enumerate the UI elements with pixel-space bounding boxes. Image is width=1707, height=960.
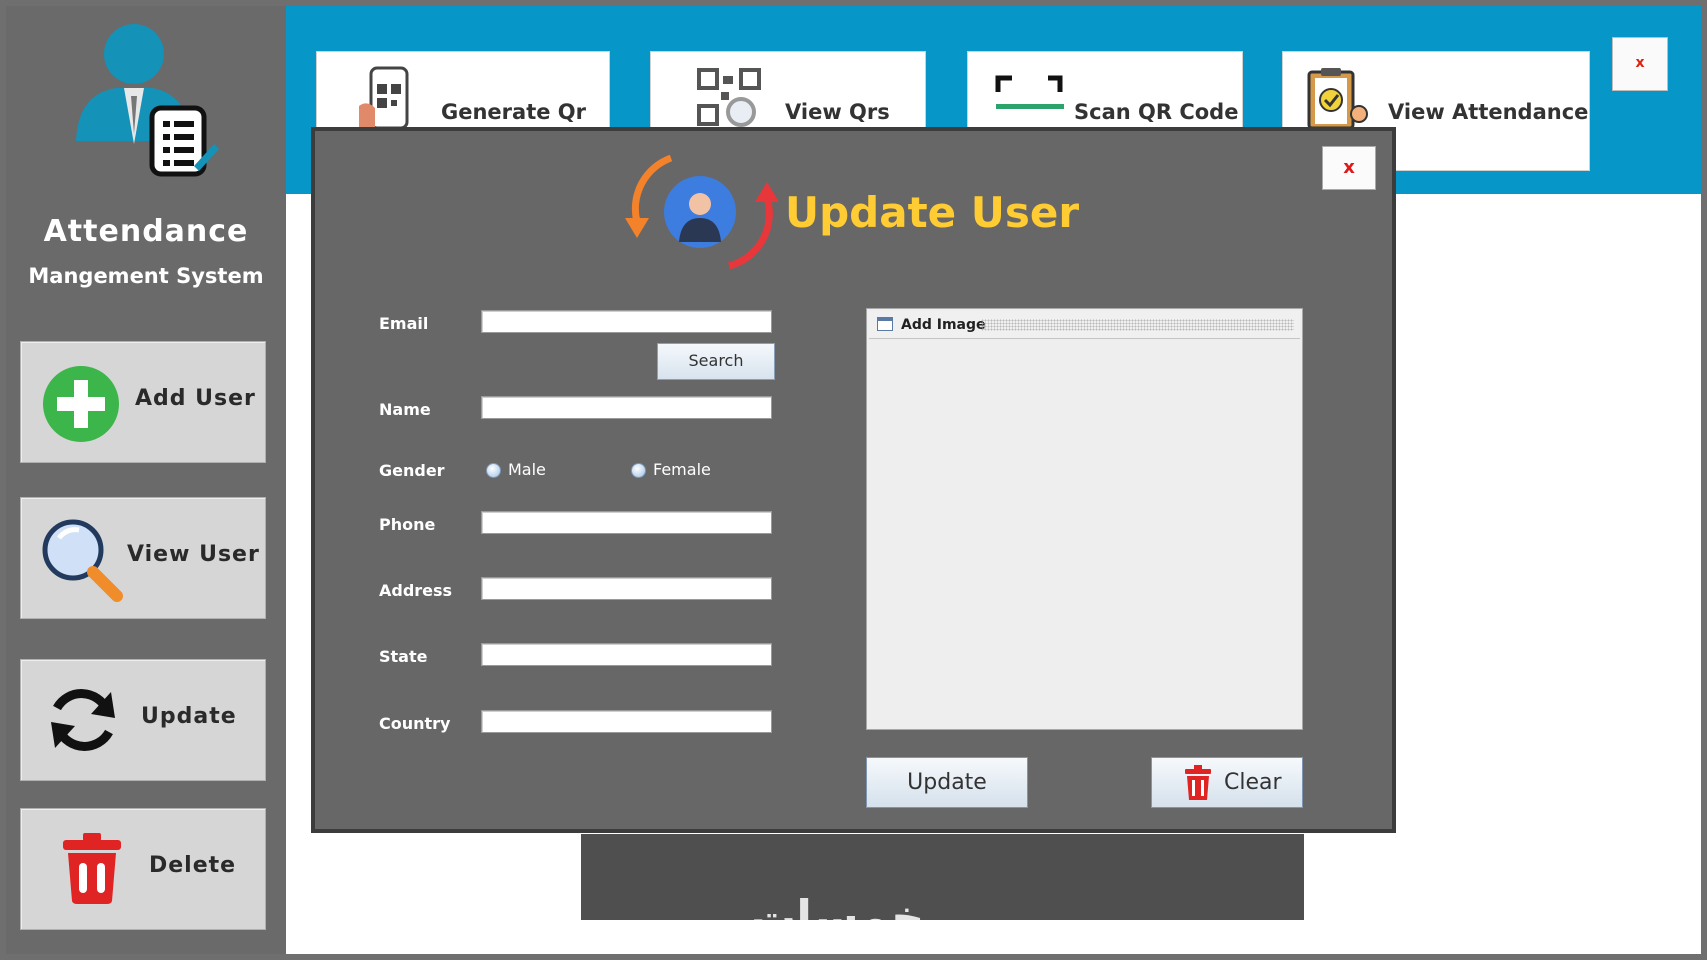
user-refresh-icon bbox=[625, 154, 779, 270]
address-label: Address bbox=[379, 581, 453, 600]
phone-qr-icon bbox=[359, 66, 409, 130]
dialog-title: Update User bbox=[785, 188, 1080, 237]
update-label: Update bbox=[141, 704, 237, 729]
add-user-label: Add User bbox=[135, 386, 256, 411]
view-attendance-label: View Attendance bbox=[1388, 100, 1589, 124]
name-field[interactable] bbox=[481, 396, 772, 419]
watermark-text: خمسات bbox=[750, 890, 925, 944]
email-field[interactable] bbox=[481, 310, 772, 333]
search-button[interactable]: Search bbox=[657, 343, 775, 380]
user-logo-icon bbox=[76, 24, 219, 177]
scan-qr-label: Scan QR Code bbox=[1074, 100, 1239, 124]
state-field[interactable] bbox=[481, 643, 772, 666]
delete-label: Delete bbox=[149, 853, 237, 878]
clipboard-check-icon bbox=[1307, 68, 1368, 130]
delete-button[interactable]: Delete bbox=[20, 808, 266, 930]
gender-male-label: Male bbox=[508, 460, 546, 479]
country-field[interactable] bbox=[481, 710, 772, 733]
qr-search-icon bbox=[697, 68, 761, 127]
view-qrs-label: View Qrs bbox=[785, 100, 890, 124]
add-user-button[interactable]: Add User bbox=[20, 341, 266, 463]
gender-male-radio[interactable] bbox=[486, 463, 501, 478]
view-user-button[interactable]: View User bbox=[20, 497, 266, 619]
gender-label: Gender bbox=[379, 461, 445, 480]
update-submit-button[interactable]: Update bbox=[866, 757, 1028, 808]
app-subtitle: Mangement System bbox=[28, 264, 264, 288]
state-label: State bbox=[379, 647, 428, 666]
magnifier-icon bbox=[42, 519, 123, 602]
image-panel-header: Add Image bbox=[869, 311, 1300, 339]
scan-frame-icon bbox=[995, 75, 1064, 109]
plus-circle-icon bbox=[43, 366, 119, 442]
trash-icon bbox=[1185, 765, 1211, 800]
background-panel bbox=[581, 834, 1304, 920]
header-grip bbox=[981, 319, 1294, 331]
view-user-label: View User bbox=[127, 542, 260, 567]
clear-button[interactable]: Clear bbox=[1151, 757, 1303, 808]
name-label: Name bbox=[379, 400, 431, 419]
main-close-button[interactable]: x bbox=[1612, 37, 1668, 91]
dialog-close-button[interactable]: x bbox=[1322, 146, 1376, 190]
address-field[interactable] bbox=[481, 577, 772, 600]
country-label: Country bbox=[379, 714, 451, 733]
email-label: Email bbox=[379, 314, 429, 333]
add-image-panel[interactable]: Add Image bbox=[866, 308, 1303, 730]
app-window: Attendance Mangement System Add User Vie… bbox=[0, 0, 1707, 960]
phone-label: Phone bbox=[379, 515, 436, 534]
generate-qr-label: Generate Qr bbox=[441, 100, 587, 124]
update-button[interactable]: Update bbox=[20, 659, 266, 781]
gender-female-label: Female bbox=[653, 460, 711, 479]
gender-female-radio[interactable] bbox=[631, 463, 646, 478]
sidebar: Attendance Mangement System Add User Vie… bbox=[6, 6, 286, 954]
trash-icon bbox=[63, 833, 121, 904]
window-icon bbox=[877, 317, 893, 331]
image-panel-title: Add Image bbox=[901, 317, 986, 333]
app-title: Attendance bbox=[43, 214, 249, 249]
phone-field[interactable] bbox=[481, 511, 772, 534]
refresh-icon bbox=[51, 689, 115, 751]
clear-label: Clear bbox=[1224, 770, 1282, 795]
